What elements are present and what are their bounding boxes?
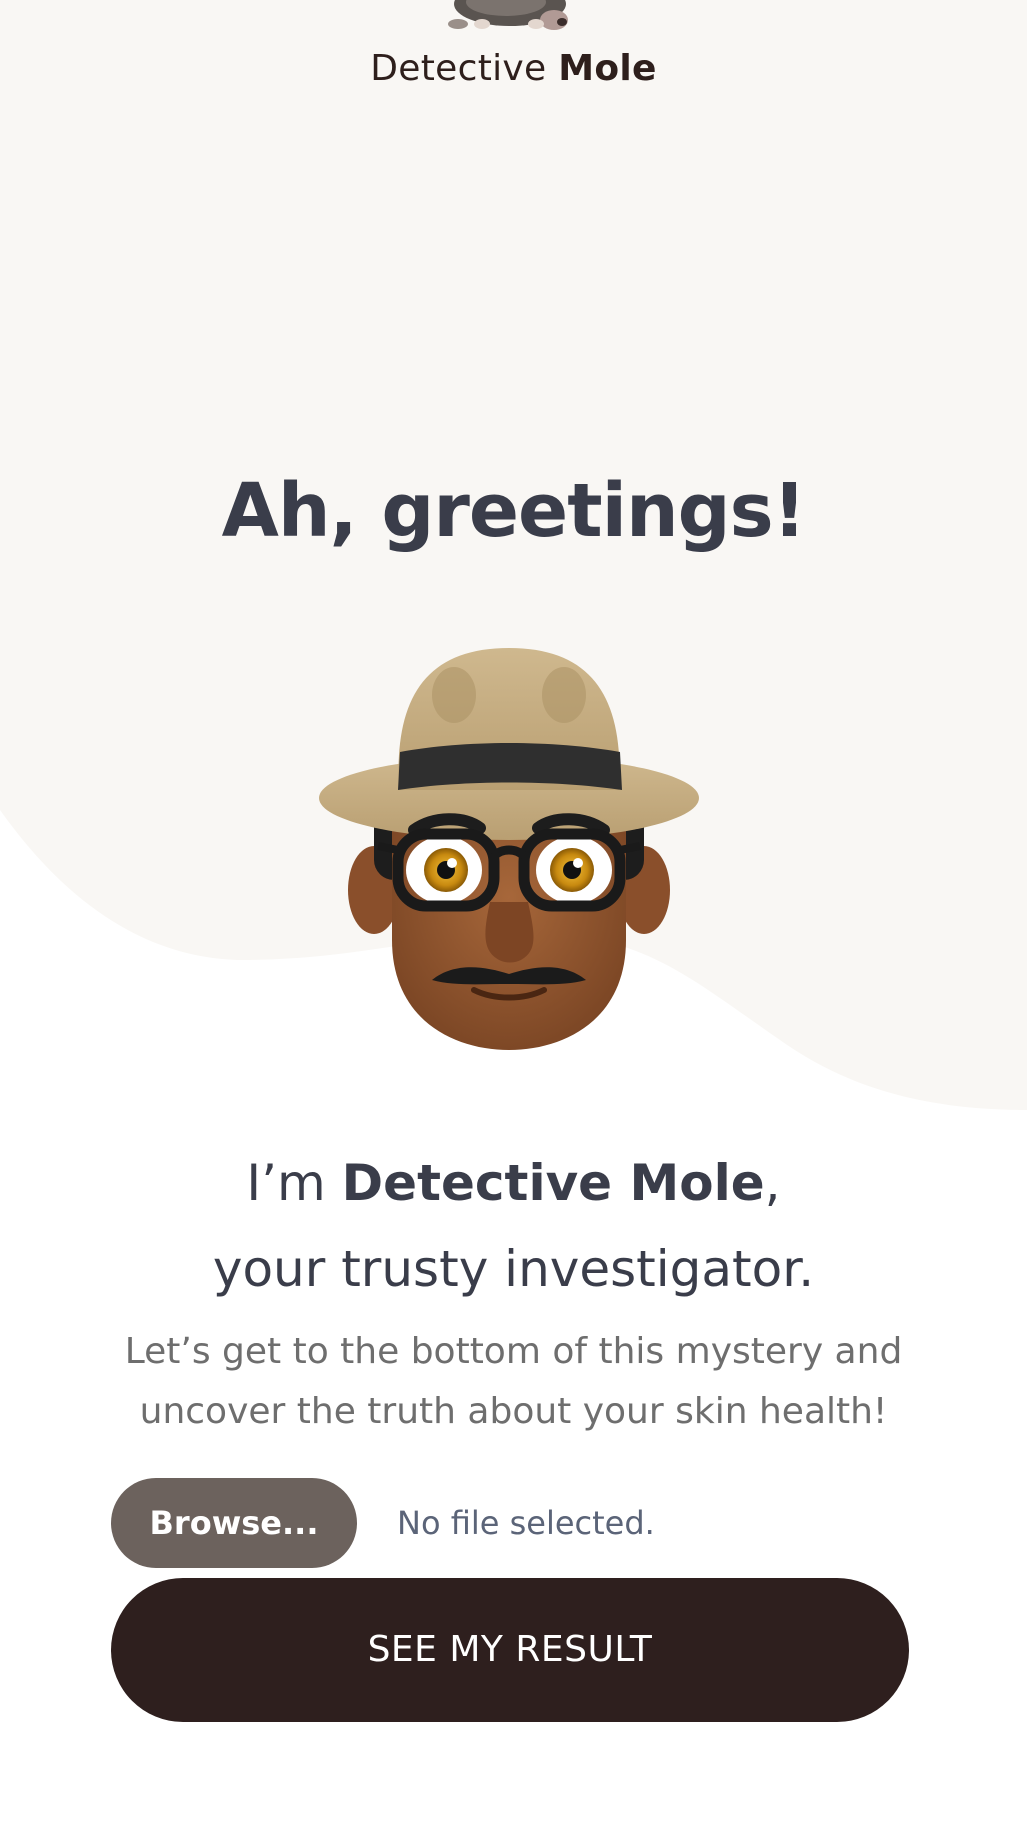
detective-emoji-icon [319,648,699,1050]
intro-name: Detective Mole [341,1154,765,1212]
brand-prefix: Detective [370,48,547,89]
intro-text: I’m Detective Mole, your trusty investig… [0,1140,1027,1312]
intro-suffix: , [764,1154,781,1212]
greeting-heading: Ah, greetings! [221,468,807,554]
file-upload: Browse... No file selected. [111,1478,911,1568]
see-my-result-button[interactable]: SEE MY RESULT [111,1578,909,1722]
mole-icon [448,0,568,30]
browse-button[interactable]: Browse... [111,1478,357,1568]
brand-title: Detective Mole [0,48,1027,89]
brand-name: Mole [558,48,657,89]
intro-line-2: your trusty investigator. [212,1240,815,1298]
description-text: Let’s get to the bottom of this mystery … [124,1331,903,1432]
intro-prefix: I’m [246,1154,342,1212]
file-status-text: No file selected. [397,1504,655,1542]
intro-line-1: I’m Detective Mole, [0,1140,1027,1226]
